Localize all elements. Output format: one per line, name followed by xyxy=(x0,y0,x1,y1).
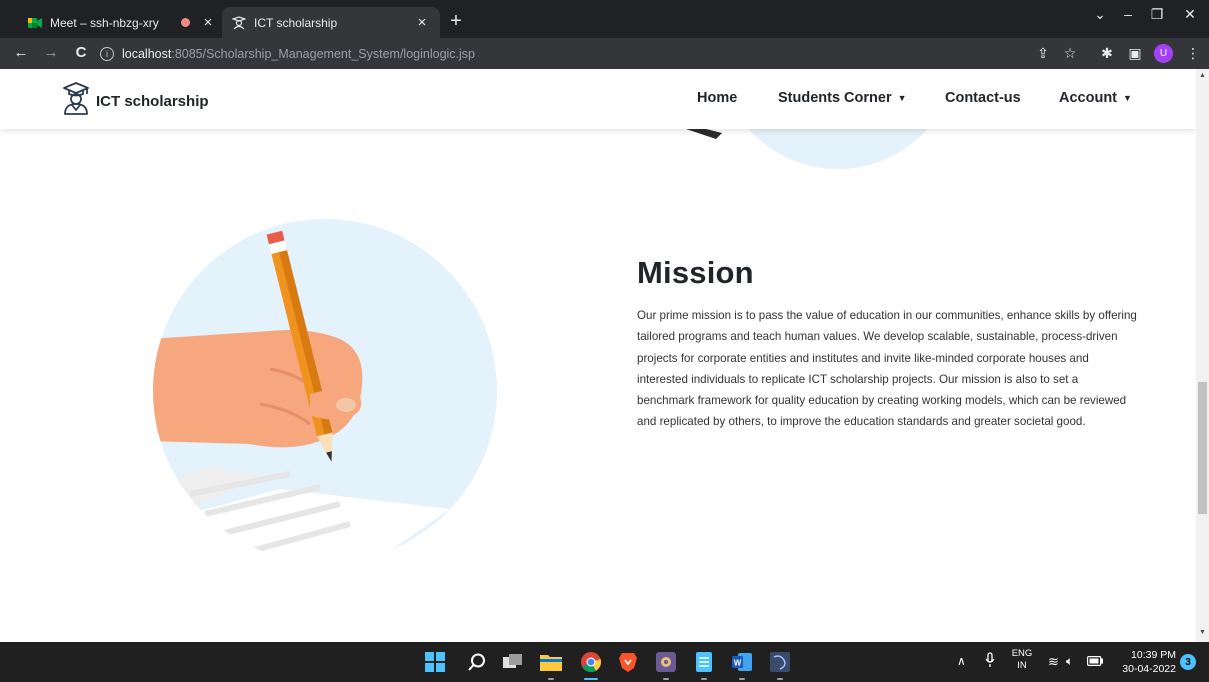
eclipse-icon[interactable] xyxy=(769,651,791,680)
site-info-icon[interactable]: i xyxy=(100,46,114,61)
start-windows-icon[interactable] xyxy=(424,651,446,673)
side-panel-icon[interactable]: ▣ xyxy=(1126,45,1144,62)
new-tab-icon[interactable]: + xyxy=(446,10,466,33)
language-code: ENG xyxy=(1011,648,1033,659)
wifi-icon[interactable]: ≋ xyxy=(1048,654,1059,670)
writing-hand-illustration xyxy=(153,219,497,563)
running-indicator xyxy=(584,678,598,680)
nav-account[interactable]: Account ▼ xyxy=(1059,90,1132,106)
windows-taskbar: W ∧ ENG IN ≋ 🔈︎ 10:39 PM 30-04-2022 3 xyxy=(0,642,1209,682)
profile-avatar[interactable]: U xyxy=(1154,44,1173,63)
nav-contact[interactable]: Contact-us xyxy=(945,90,1021,106)
chrome-icon[interactable] xyxy=(580,651,602,680)
caret-down-icon: ▼ xyxy=(1123,93,1132,104)
task-view-icon[interactable] xyxy=(502,651,524,673)
share-icon[interactable]: ⇪ xyxy=(1034,45,1052,62)
clock[interactable]: 10:39 PM 30-04-2022 xyxy=(1114,648,1176,676)
back-icon[interactable]: ← xyxy=(12,44,30,61)
close-icon[interactable]: × xyxy=(200,14,216,31)
forward-icon[interactable]: → xyxy=(42,44,60,61)
search-icon[interactable] xyxy=(466,651,488,673)
brand-name: ICT scholarship xyxy=(96,92,209,110)
restore-icon[interactable]: ❐ xyxy=(1143,6,1171,23)
running-indicator xyxy=(777,678,783,680)
nav-students-corner[interactable]: Students Corner ▼ xyxy=(778,90,907,106)
tab-search-icon[interactable]: ⌄ xyxy=(1086,6,1114,23)
menu-kebab-icon[interactable]: ⋮ xyxy=(1184,45,1202,62)
browser-tab-strip: Meet – ssh-nbzg-xry × ICT scholarship × … xyxy=(0,0,1209,38)
tab-title: ICT scholarship xyxy=(254,15,338,30)
window-close-icon[interactable]: ✕ xyxy=(1176,6,1204,23)
brave-browser-icon[interactable] xyxy=(617,651,639,673)
recording-indicator-icon xyxy=(181,18,190,27)
notification-badge[interactable]: 3 xyxy=(1180,654,1196,670)
input-language[interactable]: ENG IN xyxy=(1010,648,1034,672)
word-icon[interactable]: W xyxy=(731,651,753,680)
running-indicator xyxy=(739,678,745,680)
reload-icon[interactable]: C xyxy=(72,44,90,61)
page-viewport: ICT scholarship Home Students Corner ▼ Co… xyxy=(0,69,1196,642)
nav-home[interactable]: Home xyxy=(697,90,737,106)
google-meet-icon xyxy=(28,16,42,30)
clock-time: 10:39 PM xyxy=(1131,649,1176,661)
graduate-icon xyxy=(232,15,246,30)
notepad-icon[interactable] xyxy=(693,651,715,680)
tab-meet[interactable]: Meet – ssh-nbzg-xry × xyxy=(18,7,226,38)
address-bar[interactable]: i localhost:8085/Scholarship_Management_… xyxy=(100,42,1020,65)
minimize-icon[interactable]: – xyxy=(1114,6,1142,22)
tab-ict-scholarship[interactable]: ICT scholarship × xyxy=(222,7,440,38)
caret-down-icon: ▼ xyxy=(897,93,907,104)
scroll-up-icon[interactable]: ▲ xyxy=(1199,72,1206,79)
extensions-icon[interactable]: ✱ xyxy=(1098,45,1116,62)
site-navbar: ICT scholarship Home Students Corner ▼ Co… xyxy=(0,69,1196,129)
page-scrollbar[interactable]: ▲ ▼ xyxy=(1196,69,1209,642)
browser-toolbar: ← → C i localhost:8085/Scholarship_Manag… xyxy=(0,38,1209,69)
running-indicator xyxy=(663,678,669,680)
show-hidden-icons-icon[interactable]: ∧ xyxy=(957,654,966,668)
mission-body: Our prime mission is to pass the value o… xyxy=(637,309,1137,429)
url-host: localhost xyxy=(122,46,172,61)
tab-title: Meet – ssh-nbzg-xry xyxy=(50,15,159,30)
graduate-logo-icon xyxy=(62,82,90,120)
language-region: IN xyxy=(1017,660,1027,671)
scrollbar-thumb[interactable] xyxy=(1198,382,1207,514)
file-explorer-icon[interactable] xyxy=(540,651,562,680)
nav-account-label: Account xyxy=(1059,90,1117,106)
svg-text:W: W xyxy=(734,659,742,668)
nav-students-corner-label: Students Corner xyxy=(778,90,892,106)
close-icon[interactable]: × xyxy=(414,14,430,31)
microphone-icon[interactable] xyxy=(985,652,995,671)
clock-date: 30-04-2022 xyxy=(1122,663,1176,675)
bookmark-star-icon[interactable]: ☆ xyxy=(1061,45,1079,62)
scroll-down-icon[interactable]: ▼ xyxy=(1199,629,1206,636)
brand-link[interactable]: ICT scholarship xyxy=(62,82,209,120)
running-indicator xyxy=(548,678,554,680)
url-path: :8085/Scholarship_Management_System/logi… xyxy=(171,46,475,61)
volume-icon[interactable]: 🔈︎ xyxy=(1066,654,1073,669)
settings-app-icon[interactable] xyxy=(655,651,677,680)
mission-heading: Mission xyxy=(637,255,754,290)
running-indicator xyxy=(701,678,707,680)
battery-icon[interactable] xyxy=(1087,656,1104,669)
mission-section: Mission Our prime mission is to pass the… xyxy=(637,255,1137,433)
